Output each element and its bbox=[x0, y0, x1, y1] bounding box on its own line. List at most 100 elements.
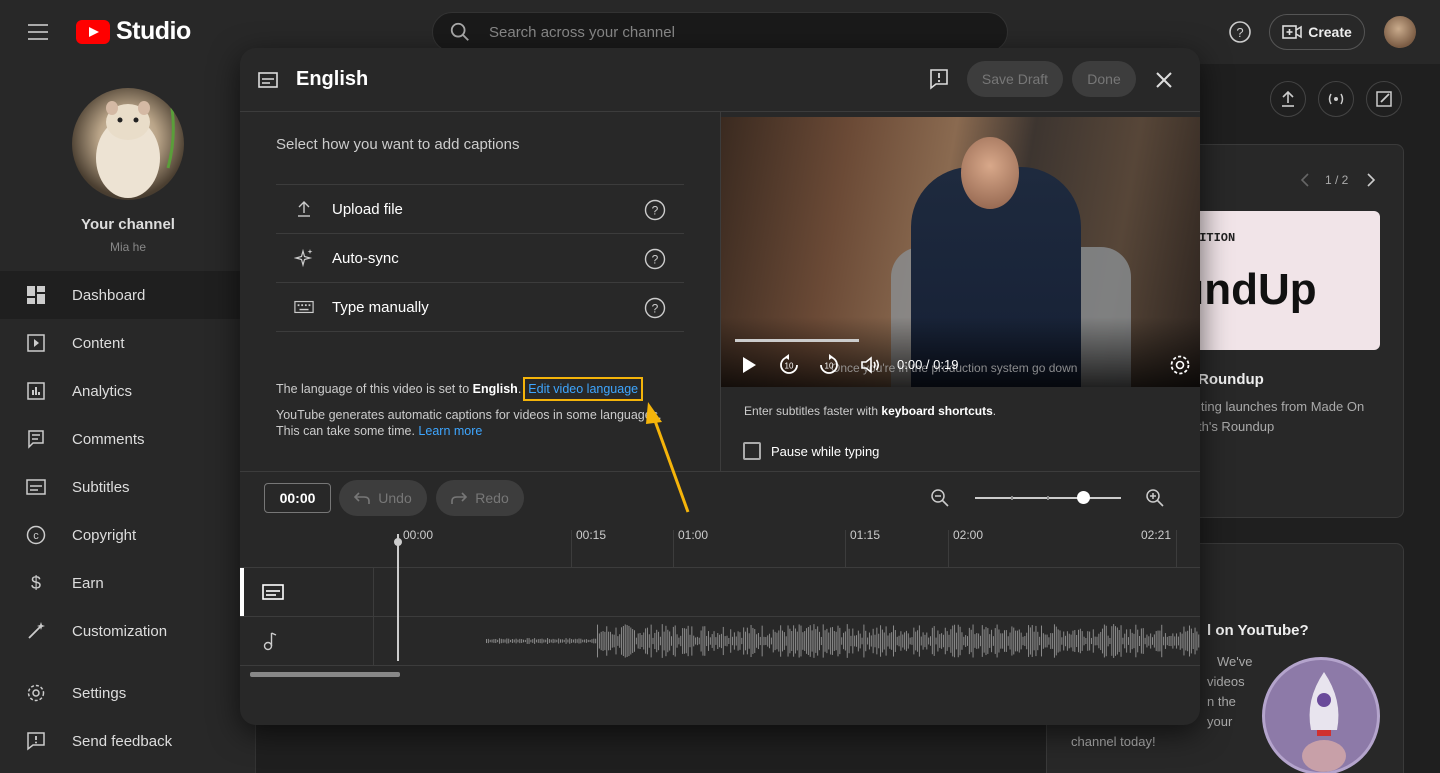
pause-while-typing[interactable]: Pause while typing bbox=[743, 442, 879, 460]
waveform-bar bbox=[1042, 633, 1044, 649]
slider-tick bbox=[1047, 496, 1049, 500]
search-bar[interactable] bbox=[432, 12, 1008, 52]
waveform-bar bbox=[621, 627, 623, 655]
waveform-bar bbox=[863, 624, 865, 658]
channel-avatar[interactable] bbox=[72, 88, 184, 200]
help-icon[interactable]: ? bbox=[644, 199, 666, 221]
sidebar-item-earn[interactable]: $ Earn bbox=[0, 559, 256, 607]
waveform-bar bbox=[709, 637, 711, 645]
audio-track-label bbox=[240, 617, 374, 665]
auto-sync-option[interactable]: Auto-sync ? bbox=[276, 234, 684, 283]
waveform-bar bbox=[589, 639, 591, 643]
sidebar-item-settings[interactable]: Settings bbox=[0, 669, 256, 717]
waveform-bar bbox=[1116, 627, 1118, 655]
waveform-bar bbox=[774, 631, 776, 651]
zoom-slider-handle[interactable] bbox=[1077, 491, 1090, 504]
go-live-button[interactable] bbox=[1318, 81, 1354, 117]
create-post-button[interactable] bbox=[1366, 81, 1402, 117]
sidebar-item-content[interactable]: Content bbox=[0, 319, 256, 367]
waveform-bar bbox=[733, 632, 735, 650]
waveform-bar bbox=[630, 627, 632, 655]
timeline-scrollbar[interactable] bbox=[250, 672, 400, 677]
waveform-bar bbox=[820, 636, 822, 646]
chevron-left-icon[interactable] bbox=[1299, 173, 1311, 187]
waveform-bar bbox=[659, 636, 661, 646]
rewind-10-icon[interactable]: 10 bbox=[777, 353, 801, 377]
waveform-bar bbox=[767, 635, 769, 647]
timeline-ruler[interactable]: 00:00 00:15 01:00 01:15 02:00 02:21 bbox=[240, 524, 1200, 568]
audio-track[interactable] bbox=[240, 617, 1200, 666]
waveform-bar bbox=[1120, 625, 1122, 657]
zoom-out-icon[interactable] bbox=[930, 488, 950, 508]
waveform-bar bbox=[1170, 635, 1172, 647]
sidebar-item-analytics[interactable]: Analytics bbox=[0, 367, 256, 415]
studio-logo[interactable]: Studio bbox=[76, 17, 191, 46]
play-icon[interactable] bbox=[737, 353, 761, 377]
sidebar-item-dashboard[interactable]: Dashboard bbox=[0, 271, 256, 319]
waveform-bar bbox=[967, 636, 968, 646]
waveform-bar bbox=[880, 625, 882, 657]
forward-10-icon[interactable]: 10 bbox=[817, 353, 841, 377]
type-manually-option[interactable]: Type manually ? bbox=[276, 283, 684, 332]
undo-icon bbox=[354, 492, 371, 504]
report-feedback-icon[interactable] bbox=[928, 68, 950, 90]
waveform-bar bbox=[1124, 633, 1126, 649]
volume-icon[interactable] bbox=[859, 353, 883, 377]
redo-button[interactable]: Redo bbox=[436, 480, 524, 516]
upload-video-button[interactable] bbox=[1270, 81, 1306, 117]
search-input[interactable] bbox=[489, 23, 949, 41]
help-icon[interactable]: ? bbox=[644, 248, 666, 270]
current-time-field[interactable]: 00:00 bbox=[264, 483, 331, 513]
waveform-bar bbox=[524, 639, 526, 643]
account-avatar[interactable] bbox=[1384, 16, 1416, 48]
playhead-handle[interactable] bbox=[394, 538, 402, 546]
roundup-thumbnail[interactable]: DITION ındUp bbox=[1192, 211, 1380, 350]
waveform-bar bbox=[918, 625, 920, 657]
done-button[interactable]: Done bbox=[1072, 61, 1136, 97]
waveform-bar bbox=[1148, 636, 1150, 646]
waveform-bar bbox=[1129, 629, 1131, 653]
waveform-bar bbox=[870, 635, 872, 647]
waveform-bar bbox=[859, 633, 861, 649]
video-preview[interactable]: Once you're in the production system go … bbox=[721, 117, 1200, 387]
pause-checkbox[interactable] bbox=[743, 442, 761, 460]
video-time: 0:00 / 0:19 bbox=[897, 357, 959, 372]
video-buffer-bar[interactable] bbox=[735, 339, 859, 342]
waveform-bar bbox=[1046, 634, 1048, 648]
waveform-bar bbox=[1096, 636, 1098, 646]
undo-button[interactable]: Undo bbox=[339, 480, 427, 516]
save-draft-button[interactable]: Save Draft bbox=[967, 61, 1063, 97]
help-icon[interactable]: ? bbox=[644, 297, 666, 319]
waveform-bar bbox=[796, 631, 798, 651]
sidebar-item-subtitles[interactable]: Subtitles bbox=[0, 463, 256, 511]
card-title[interactable]: Roundup bbox=[1198, 371, 1264, 388]
sidebar-item-comments[interactable]: Comments bbox=[0, 415, 256, 463]
waveform-bar bbox=[493, 639, 495, 643]
sidebar-item-customization[interactable]: Customization bbox=[0, 607, 256, 655]
zoom-in-icon[interactable] bbox=[1145, 488, 1165, 508]
help-icon[interactable]: ? bbox=[1228, 20, 1252, 44]
gear-icon[interactable] bbox=[1168, 353, 1192, 377]
sidebar-item-feedback[interactable]: Send feedback bbox=[0, 717, 256, 765]
waveform-bar bbox=[937, 630, 939, 652]
subtitle-track[interactable] bbox=[240, 568, 1200, 617]
chevron-right-icon[interactable] bbox=[1365, 173, 1377, 187]
waveform-bar bbox=[1146, 634, 1148, 648]
learn-more-link[interactable]: Learn more bbox=[418, 424, 482, 438]
close-icon[interactable] bbox=[1154, 70, 1174, 90]
waveform-bar bbox=[637, 633, 639, 649]
edit-video-language-link[interactable]: Edit video language bbox=[523, 377, 644, 401]
waveform-bar bbox=[1065, 635, 1067, 647]
create-button[interactable]: Create bbox=[1269, 14, 1365, 50]
sidebar-item-label: Subtitles bbox=[72, 478, 130, 496]
subtitles-icon bbox=[262, 584, 284, 600]
upload-file-option[interactable]: Upload file ? bbox=[276, 185, 684, 234]
waveform-bar bbox=[719, 634, 721, 648]
menu-icon[interactable] bbox=[28, 24, 48, 40]
waveform-bar bbox=[1098, 633, 1100, 649]
keyboard-shortcuts-link[interactable]: keyboard shortcuts bbox=[881, 404, 992, 418]
playhead[interactable] bbox=[397, 534, 399, 661]
sidebar-item-copyright[interactable]: c Copyright bbox=[0, 511, 256, 559]
waveform-bar bbox=[769, 633, 771, 649]
redo-icon bbox=[451, 492, 468, 504]
